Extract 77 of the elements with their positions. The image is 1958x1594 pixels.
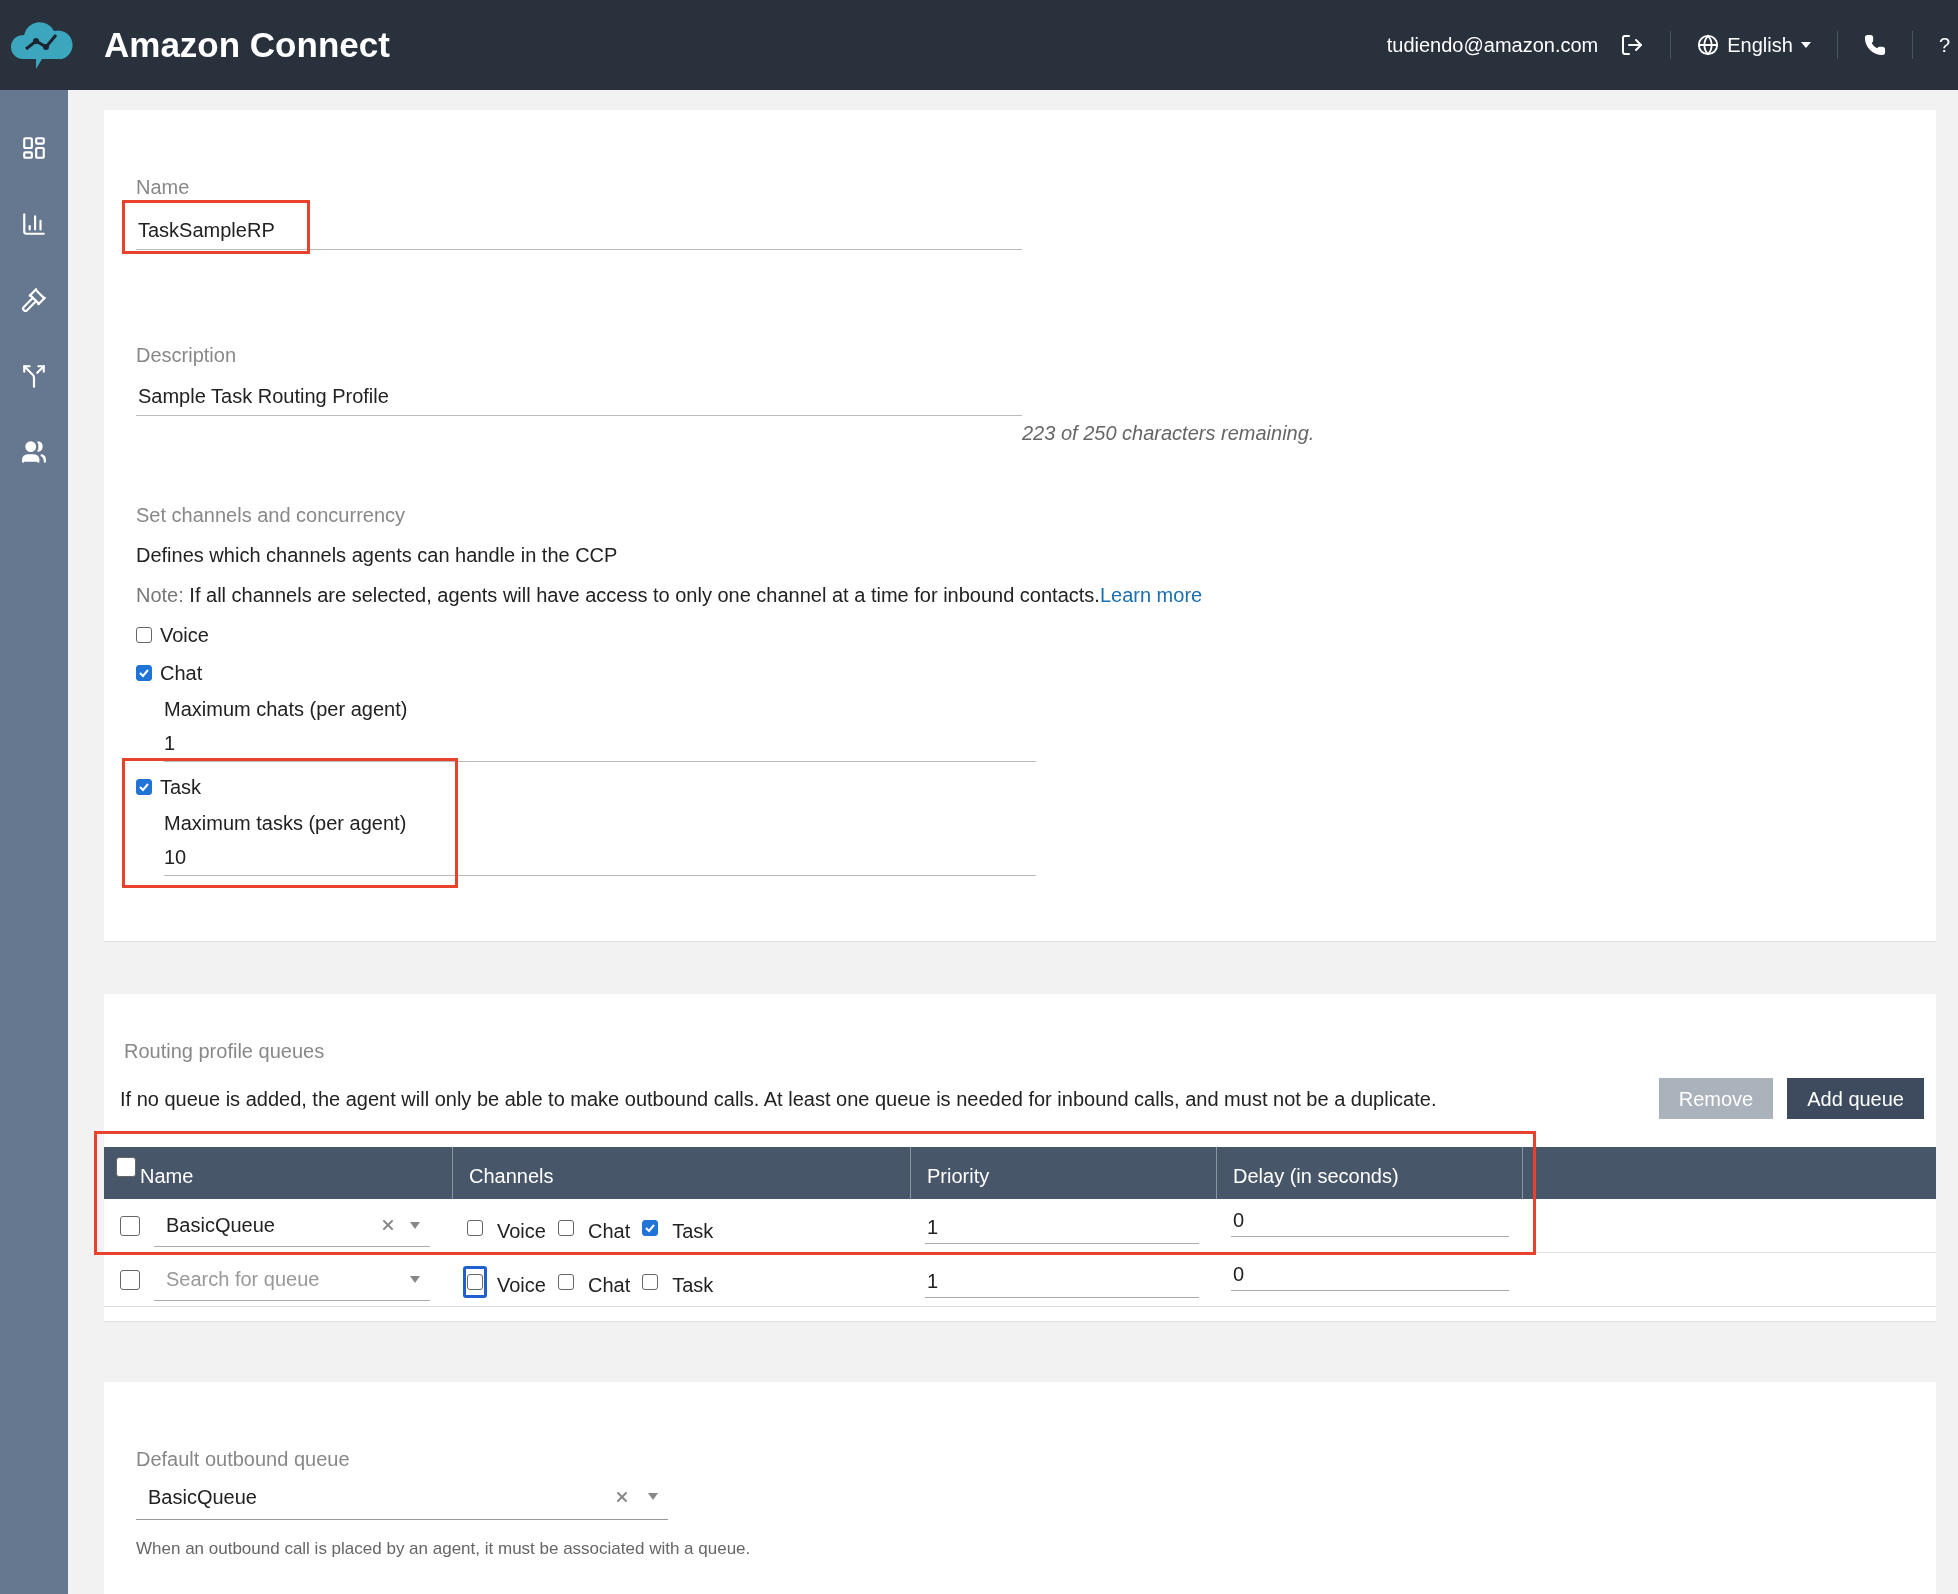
channel-checkbox[interactable] <box>557 1219 574 1236</box>
row-checkbox[interactable] <box>120 1269 140 1290</box>
add-queue-button[interactable]: Add queue <box>1787 1078 1924 1119</box>
caret-icon[interactable] <box>410 1221 420 1229</box>
section-heading: Set channels and concurrency <box>136 503 407 528</box>
field-label: Default outbound queue <box>136 1447 351 1472</box>
channel-checkbox[interactable] <box>136 627 152 643</box>
description-field[interactable]: Sample Task Routing Profile <box>136 376 1022 416</box>
field-value: 1 <box>927 1214 939 1240</box>
row-checkbox[interactable] <box>120 1215 140 1236</box>
queue-select[interactable]: BasicQueue <box>154 1204 430 1247</box>
checkbox-label: Chat <box>587 1272 631 1298</box>
clear-icon[interactable] <box>380 1217 396 1233</box>
field-placeholder: Search for queue <box>166 1267 321 1292</box>
checkbox-label: Chat <box>160 661 203 686</box>
column-header[interactable]: Priority <box>927 1161 990 1191</box>
help-button[interactable]: ? <box>1938 30 1950 60</box>
concurrency-field[interactable]: 1 <box>164 724 1036 762</box>
field-value: 1 <box>927 1268 939 1294</box>
checkbox-label: Task <box>672 1218 714 1244</box>
priority-field[interactable]: 1 <box>925 1210 1199 1244</box>
channel-checkbox[interactable] <box>467 1219 483 1236</box>
section-heading: Routing profile queues <box>123 1039 326 1064</box>
channel-checkbox[interactable] <box>557 1273 574 1290</box>
field-value: BasicQueue <box>166 1213 276 1238</box>
field-value: 10 <box>164 844 187 870</box>
checkbox-label: Task <box>672 1272 714 1298</box>
help-text: When an outbound call is placed by an agent, it must be associated with a queue. <box>136 1538 752 1560</box>
channel-checkbox[interactable] <box>136 665 152 681</box>
checkbox-label: Voice <box>497 1272 546 1298</box>
priority-field[interactable]: 1 <box>925 1264 1199 1298</box>
field-value: 1 <box>164 730 176 756</box>
bar-chart-icon[interactable] <box>21 211 47 237</box>
caret-icon[interactable] <box>648 1493 658 1500</box>
select-all-checkbox[interactable] <box>116 1157 136 1177</box>
character-count: 223 of 250 characters remaining. <box>1022 421 1316 446</box>
field-value: BasicQueue <box>148 1484 258 1510</box>
column-header[interactable]: Delay (in seconds) <box>1233 1161 1399 1191</box>
channel-checkbox[interactable] <box>642 1219 659 1236</box>
field-value: TaskSampleRP <box>137 217 275 243</box>
caret-icon <box>1800 42 1811 48</box>
field-label: Maximum chats (per agent) <box>164 697 409 722</box>
section-description: If no queue is added, the agent will only be able to make outbound calls. At least one queue is needed for inbound calls, and must not be a duplicate. <box>120 1086 1438 1112</box>
split-arrow-icon[interactable] <box>21 363 47 389</box>
name-field[interactable]: TaskSampleRP <box>136 210 1022 250</box>
users-icon[interactable] <box>21 439 47 465</box>
learn-more-link[interactable]: Learn more <box>1099 584 1203 606</box>
phone-icon[interactable] <box>1863 34 1886 56</box>
checkbox-label: Voice <box>160 623 209 648</box>
caret-icon[interactable] <box>410 1275 420 1283</box>
language-menu[interactable]: English <box>1697 30 1811 60</box>
delay-field[interactable]: 0 <box>1231 1257 1509 1291</box>
gavel-icon[interactable] <box>21 287 47 313</box>
field-value: 0 <box>1233 1207 1245 1233</box>
field-value: Sample Task Routing Profile <box>137 383 389 409</box>
column-header[interactable]: Name <box>140 1161 194 1191</box>
checkbox-label: Voice <box>497 1218 546 1244</box>
channel-checkbox[interactable] <box>642 1273 659 1290</box>
field-value: 0 <box>1233 1261 1245 1287</box>
channel-checkbox[interactable] <box>467 1273 483 1290</box>
channel-checkbox[interactable] <box>136 779 152 795</box>
concurrency-field[interactable]: 10 <box>164 838 1036 876</box>
sign-out-icon[interactable] <box>1620 33 1645 57</box>
checkbox-label: Task <box>160 775 202 800</box>
field-label: Description <box>136 343 238 368</box>
outbound-queue-select[interactable]: BasicQueue <box>136 1474 668 1520</box>
delay-field[interactable]: 0 <box>1231 1203 1509 1237</box>
field-label: Maximum tasks (per agent) <box>164 811 408 836</box>
field-label: Name <box>136 175 191 200</box>
section-subtitle: Defines which channels agents can handle in the CCP <box>136 543 619 568</box>
column-header[interactable]: Channels <box>469 1161 554 1191</box>
globe-icon <box>1697 34 1720 56</box>
note-text: Note: If all channels are selected, agents will have access to only one channel at a time for inbound contacts.Learn more <box>136 583 1204 608</box>
user-email: tudiendo@amazon.com <box>1386 33 1599 58</box>
app-title: Amazon Connect <box>104 23 390 66</box>
checkbox-label: Chat <box>587 1218 631 1244</box>
dashboard-icon[interactable] <box>21 135 47 161</box>
